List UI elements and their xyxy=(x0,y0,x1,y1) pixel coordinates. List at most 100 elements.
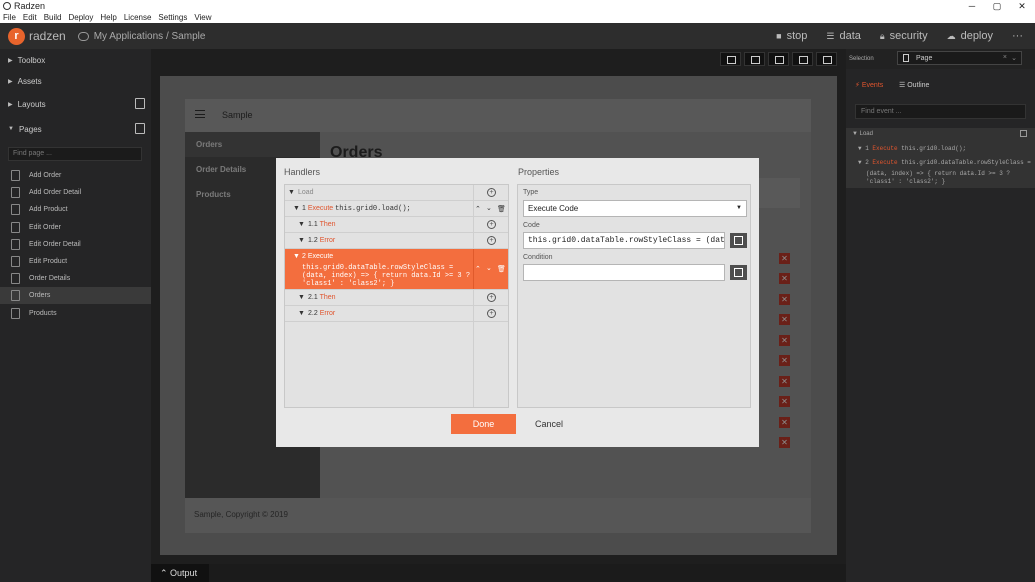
tab-label: Events xyxy=(861,82,884,89)
tree-row-2[interactable]: ▼ 2 Execute this.grid0.dataTable.rowStyl… xyxy=(858,159,1031,166)
caret-right-icon: ▶ xyxy=(8,101,13,108)
find-page-input[interactable]: Find page ... xyxy=(8,147,142,161)
add-page-icon[interactable] xyxy=(135,123,145,134)
menu-bar: File Edit Build Deploy Help License Sett… xyxy=(0,12,1035,23)
page-item[interactable]: Order Details xyxy=(0,270,151,287)
page-item[interactable]: Add Product xyxy=(0,201,151,218)
minimize-button[interactable]: ─ xyxy=(960,0,984,12)
move-up-icon[interactable]: ⌃ xyxy=(475,205,481,213)
add-handler-icon[interactable] xyxy=(1020,130,1027,137)
row-num: 2 xyxy=(865,159,869,166)
handler-row-1[interactable]: ▼ 1 Execute this.grid0.load(); ⌃ ⌄ 🗑︎ xyxy=(285,201,508,217)
page-icon xyxy=(11,204,20,215)
condition-input[interactable] xyxy=(523,264,725,281)
find-event-input[interactable]: Find event ... xyxy=(855,104,1026,119)
handler-row-2-1[interactable]: ▼ 2.1 Then + xyxy=(285,290,508,306)
add-action-icon[interactable]: + xyxy=(487,309,496,318)
open-editor-icon[interactable] xyxy=(730,265,747,280)
assets-section[interactable]: ▶ Assets xyxy=(0,71,151,91)
phone-portrait-icon[interactable] xyxy=(720,52,741,66)
bottom-strip xyxy=(151,564,846,582)
right-panel: Selection Page × ⌄ ⚡︎ Events ☰ Outline F… xyxy=(846,49,1035,582)
menu-view[interactable]: View xyxy=(194,13,211,22)
close-window-button[interactable]: ✕ xyxy=(1010,0,1034,12)
caret-down-icon: ▼ xyxy=(298,294,305,301)
toolbox-section[interactable]: ▶ Toolbox xyxy=(0,50,151,70)
pages-section[interactable]: ▼ Pages xyxy=(0,119,151,139)
add-action-icon[interactable]: + xyxy=(487,220,496,229)
page-label: Edit Order Detail xyxy=(29,241,81,248)
maximize-button[interactable]: ▢ xyxy=(985,0,1009,12)
done-button[interactable]: Done xyxy=(451,414,516,434)
move-up-icon[interactable]: ⌃ xyxy=(475,265,481,273)
page-item[interactable]: Products xyxy=(0,305,151,322)
move-down-icon[interactable]: ⌄ xyxy=(486,204,492,212)
page-label: Edit Order xyxy=(29,224,61,231)
handler-label: 2 Execute xyxy=(302,253,333,260)
code-label: Code xyxy=(523,222,540,229)
menu-help[interactable]: Help xyxy=(100,13,116,22)
stop-button[interactable]: ■ stop xyxy=(776,30,807,42)
menu-edit[interactable]: Edit xyxy=(23,13,37,22)
left-sidebar: ▶ Toolbox ▶ Assets ▶ Layouts ▼ Pages Find pa… xyxy=(0,49,151,582)
move-down-icon[interactable]: ⌄ xyxy=(486,264,492,272)
code-input[interactable]: this.grid0.dataTable.rowStyleClass = (da… xyxy=(523,232,725,249)
tree-row-1[interactable]: ▼ 1 Execute this.grid0.load(); xyxy=(858,145,966,152)
menu-settings[interactable]: Settings xyxy=(158,13,187,22)
open-editor-icon[interactable] xyxy=(730,233,747,248)
tablet-portrait-icon[interactable] xyxy=(768,52,789,66)
cancel-button[interactable]: Cancel xyxy=(535,414,565,434)
type-select[interactable]: Execute Code ▼ xyxy=(523,200,747,217)
menu-file[interactable]: File xyxy=(3,13,16,22)
handler-row-2-2[interactable]: ▼ 2.2 Error + xyxy=(285,306,508,322)
breadcrumb[interactable]: My Applications / Sample xyxy=(77,31,205,42)
handlers-title: Handlers xyxy=(284,167,321,177)
trash-icon[interactable]: 🗑︎ xyxy=(497,205,506,213)
handler-row-1-2[interactable]: ▼ 1.2 Error + xyxy=(285,233,508,249)
menu-license[interactable]: License xyxy=(124,13,152,22)
chevron-down-icon[interactable]: ⌄ xyxy=(1011,54,1017,62)
page-label: Orders xyxy=(29,292,51,299)
handler-code: this.grid0.dataTable.rowStyleClass = (da… xyxy=(302,264,471,288)
page-item[interactable]: Edit Order Detail xyxy=(0,236,151,253)
page-label: Add Order xyxy=(29,172,62,179)
page-item-selected[interactable]: Orders xyxy=(0,287,151,304)
trash-icon[interactable]: 🗑︎ xyxy=(497,265,506,273)
tab-events[interactable]: ⚡︎ Events xyxy=(855,81,883,89)
page-item[interactable]: Edit Order xyxy=(0,219,151,236)
more-button[interactable]: ··· xyxy=(1012,30,1023,42)
handlers-tree: ▼ Load + ▼ 1 Execute this.grid0.load(); … xyxy=(284,184,509,408)
data-button[interactable]: ☰ data xyxy=(826,30,861,42)
handler-kind: Then xyxy=(319,221,336,228)
add-action-icon[interactable]: + xyxy=(487,188,496,197)
tree-row-2-line3: 'class1' : 'class2'; } xyxy=(866,178,946,185)
caret-down-icon: ▼ xyxy=(288,189,295,196)
handler-event-row[interactable]: ▼ Load + xyxy=(285,185,508,201)
radzen-logo[interactable]: r radzen xyxy=(8,27,66,45)
page-item[interactable]: Edit Product xyxy=(0,253,151,270)
menu-deploy[interactable]: Deploy xyxy=(68,13,93,22)
tab-outline[interactable]: ☰ Outline xyxy=(899,81,929,89)
tree-event-load[interactable]: ▼ Load xyxy=(852,131,873,137)
deploy-button[interactable]: ☁ deploy xyxy=(947,30,993,42)
security-button[interactable]: 🔒︎ security xyxy=(880,30,928,42)
page-label: Order Details xyxy=(29,275,71,282)
handler-row-1-1[interactable]: ▼ 1.1 Then + xyxy=(285,217,508,233)
desktop-icon[interactable] xyxy=(816,52,837,66)
menu-build[interactable]: Build xyxy=(44,13,62,22)
phone-landscape-icon[interactable] xyxy=(744,52,765,66)
selection-dropdown[interactable]: Page × ⌄ xyxy=(897,51,1022,65)
page-item[interactable]: Add Order xyxy=(0,167,151,184)
bolt-icon: ⚡︎ xyxy=(855,82,862,89)
tablet-landscape-icon[interactable] xyxy=(792,52,813,66)
handler-row-2-selected[interactable]: ▼ 2 Execute this.grid0.dataTable.rowStyl… xyxy=(285,249,508,290)
page-item[interactable]: Add Order Detail xyxy=(0,184,151,201)
add-layout-icon[interactable] xyxy=(135,98,145,109)
clear-selection-icon[interactable]: × xyxy=(1003,54,1007,61)
add-action-icon[interactable]: + xyxy=(487,293,496,302)
add-action-icon[interactable]: + xyxy=(487,236,496,245)
window-title: Radzen xyxy=(14,1,46,11)
selection-label: Selection xyxy=(849,56,874,62)
layouts-section[interactable]: ▶ Layouts xyxy=(0,94,151,114)
output-tab[interactable]: ⌃ Output xyxy=(151,564,209,582)
